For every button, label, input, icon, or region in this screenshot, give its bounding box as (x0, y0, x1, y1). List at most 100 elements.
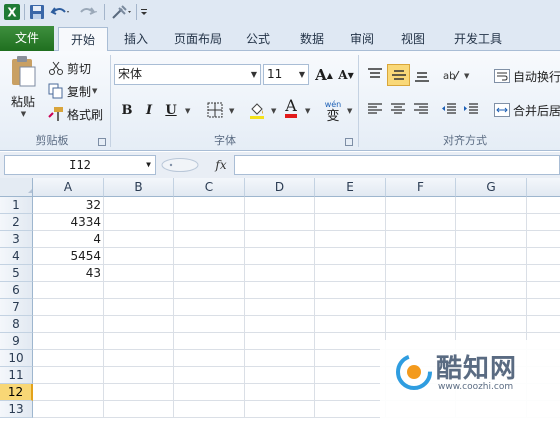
cell-d10[interactable] (245, 350, 315, 367)
cell-g8[interactable] (456, 316, 527, 333)
column-header-e[interactable]: E (315, 178, 386, 197)
cell-b9[interactable] (104, 333, 174, 350)
tab-developer[interactable]: 开发工具 (446, 27, 510, 51)
cell-h8[interactable] (527, 316, 560, 333)
cell-d4[interactable] (245, 248, 315, 265)
cell-c10[interactable] (174, 350, 245, 367)
cell-e4[interactable] (315, 248, 386, 265)
cell-h3[interactable] (527, 231, 560, 248)
cell-a8[interactable] (33, 316, 104, 333)
cell-c2[interactable] (174, 214, 245, 231)
excel-logo-icon[interactable]: X (3, 3, 21, 21)
cell-h7[interactable] (527, 299, 560, 316)
cell-d7[interactable] (245, 299, 315, 316)
cell-f3[interactable] (386, 231, 456, 248)
tab-file[interactable]: 文件 (0, 26, 54, 51)
redo-icon[interactable] (78, 3, 98, 21)
wrap-text-button[interactable]: 自动换行 (494, 67, 560, 85)
tab-review[interactable]: 审阅 (342, 27, 382, 51)
align-center-button[interactable] (387, 99, 409, 119)
name-box-dropdown-icon[interactable]: ▼ (146, 156, 151, 174)
column-header-c[interactable]: C (174, 178, 245, 197)
cell-g5[interactable] (456, 265, 527, 282)
cell-a2[interactable]: 4334 (33, 214, 104, 231)
cell-d3[interactable] (245, 231, 315, 248)
cell-e3[interactable] (315, 231, 386, 248)
cell-b4[interactable] (104, 248, 174, 265)
cell-e2[interactable] (315, 214, 386, 231)
cell-g4[interactable] (456, 248, 527, 265)
cell-h6[interactable] (527, 282, 560, 299)
paste-button[interactable]: 粘贴 ▼ (6, 55, 40, 119)
tab-insert[interactable]: 插入 (116, 27, 156, 51)
cell-c7[interactable] (174, 299, 245, 316)
tab-home[interactable]: 开始 (58, 27, 108, 52)
row-header-8[interactable]: 8 (0, 316, 33, 333)
phonetic-button[interactable]: wén 变 (320, 97, 346, 123)
row-header-11[interactable]: 11 (0, 367, 33, 384)
cell-d11[interactable] (245, 367, 315, 384)
row-header-5[interactable]: 5 (0, 265, 33, 282)
formula-bar-splitter-icon[interactable] (160, 157, 200, 173)
shrink-font-button[interactable]: A ▼ (335, 65, 357, 85)
cell-d6[interactable] (245, 282, 315, 299)
select-all-corner[interactable] (0, 178, 33, 197)
cell-a5[interactable]: 43 (33, 265, 104, 282)
cell-a13[interactable] (33, 401, 104, 418)
format-painter-button[interactable]: 格式刷 (48, 105, 103, 123)
font-name-select[interactable]: 宋体 ▼ (114, 64, 261, 85)
row-header-13[interactable]: 13 (0, 401, 33, 418)
cut-button[interactable]: 剪切 (48, 59, 91, 77)
cell-f2[interactable] (386, 214, 456, 231)
cell-d12[interactable] (245, 384, 315, 401)
row-header-12[interactable]: 12 (0, 384, 33, 401)
column-header-f[interactable]: F (386, 178, 456, 197)
row-header-9[interactable]: 9 (0, 333, 33, 350)
align-left-button[interactable] (364, 99, 386, 119)
copy-button[interactable]: 复制 ▼ (48, 82, 97, 100)
cell-d9[interactable] (245, 333, 315, 350)
cell-b2[interactable] (104, 214, 174, 231)
column-header-g[interactable]: G (456, 178, 527, 197)
cell-g2[interactable] (456, 214, 527, 231)
cell-b3[interactable] (104, 231, 174, 248)
tab-page-layout[interactable]: 页面布局 (166, 27, 230, 51)
row-header-6[interactable]: 6 (0, 282, 33, 299)
cell-f1[interactable] (386, 197, 456, 214)
cell-b13[interactable] (104, 401, 174, 418)
cell-e9[interactable] (315, 333, 386, 350)
borders-button[interactable] (204, 100, 226, 120)
cell-g3[interactable] (456, 231, 527, 248)
clipboard-launcher-icon[interactable] (98, 138, 106, 146)
cell-b1[interactable] (104, 197, 174, 214)
cell-c6[interactable] (174, 282, 245, 299)
underline-button[interactable]: U (160, 100, 182, 120)
column-header-d[interactable]: D (245, 178, 315, 197)
cell-c5[interactable] (174, 265, 245, 282)
cell-c11[interactable] (174, 367, 245, 384)
cell-b6[interactable] (104, 282, 174, 299)
cell-e1[interactable] (315, 197, 386, 214)
font-color-dropdown-icon[interactable]: ▼ (305, 107, 310, 115)
customize-toolbar-icon[interactable] (139, 3, 149, 21)
cell-h2[interactable] (527, 214, 560, 231)
name-box[interactable]: I12 ▼ (4, 155, 156, 175)
insert-function-button[interactable]: fx (210, 155, 232, 175)
row-header-4[interactable]: 4 (0, 248, 33, 265)
row-header-7[interactable]: 7 (0, 299, 33, 316)
increase-indent-button[interactable] (460, 99, 482, 119)
cell-a9[interactable] (33, 333, 104, 350)
tab-formulas[interactable]: 公式 (238, 27, 278, 51)
cell-b12[interactable] (104, 384, 174, 401)
cell-a6[interactable] (33, 282, 104, 299)
orientation-button[interactable]: ab (440, 65, 462, 85)
cell-f4[interactable] (386, 248, 456, 265)
column-header-b[interactable]: B (104, 178, 174, 197)
cell-h4[interactable] (527, 248, 560, 265)
cell-d2[interactable] (245, 214, 315, 231)
orientation-dropdown-icon[interactable]: ▼ (464, 72, 469, 80)
cell-h1[interactable] (527, 197, 560, 214)
cell-b11[interactable] (104, 367, 174, 384)
borders-dropdown-icon[interactable]: ▼ (229, 107, 234, 115)
italic-button[interactable]: I (138, 100, 160, 120)
